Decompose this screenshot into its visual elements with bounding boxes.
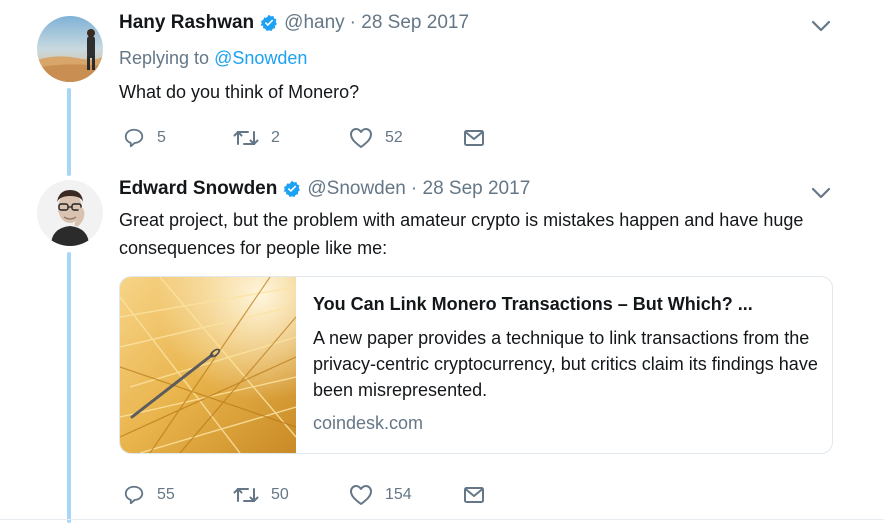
retweet-button[interactable]: 2 — [233, 127, 349, 149]
card-body: You Can Link Monero Transactions – But W… — [313, 289, 818, 434]
heart-icon — [350, 128, 372, 148]
display-name[interactable]: Edward Snowden — [119, 178, 277, 200]
link-preview-card[interactable]: You Can Link Monero Transactions – But W… — [119, 276, 833, 454]
verified-badge-icon — [260, 14, 278, 32]
replying-to: Replying to @Snowden — [119, 48, 307, 69]
like-count: 52 — [385, 129, 403, 146]
tweet-actions: 5 2 52 — [123, 127, 485, 149]
tweet-header: Hany Rashwan @hany · 28 Sep 2017 — [119, 12, 469, 34]
mention-link[interactable]: @Snowden — [214, 48, 307, 68]
chevron-down-icon[interactable] — [810, 19, 832, 33]
card-domain[interactable]: coindesk.com — [313, 413, 818, 434]
avatar[interactable] — [37, 180, 103, 246]
divider — [0, 519, 884, 520]
reply-count: 5 — [157, 129, 166, 146]
reply-button[interactable]: 5 — [123, 127, 233, 149]
thread-line-bottom — [67, 252, 71, 523]
reply-icon — [124, 128, 144, 148]
heart-icon — [350, 485, 372, 505]
avatar[interactable] — [37, 16, 103, 82]
direct-message-button[interactable] — [463, 128, 485, 148]
envelope-icon — [464, 130, 484, 146]
reply-button[interactable]: 55 — [123, 484, 233, 506]
tweet-header: Edward Snowden @Snowden · 28 Sep 2017 — [119, 178, 530, 200]
retweet-button[interactable]: 50 — [233, 484, 349, 506]
tweet-date[interactable]: · 28 Sep 2017 — [350, 12, 469, 34]
retweet-icon — [233, 131, 259, 145]
like-button[interactable]: 52 — [349, 127, 463, 149]
retweet-icon — [233, 488, 259, 502]
envelope-icon — [464, 487, 484, 503]
tweet-text: Great project, but the problem with amat… — [119, 210, 804, 258]
retweet-count: 2 — [271, 129, 280, 146]
chevron-down-icon[interactable] — [810, 186, 832, 200]
retweet-count: 50 — [271, 486, 289, 503]
tweet-text: What do you think of Monero? — [119, 82, 360, 102]
verified-badge-icon — [283, 180, 301, 198]
user-handle[interactable]: @hany — [284, 12, 345, 34]
like-button[interactable]: 154 — [349, 484, 463, 506]
tweet-date[interactable]: · 28 Sep 2017 — [411, 178, 530, 200]
replying-to-prefix: Replying to — [119, 48, 210, 68]
display-name[interactable]: Hany Rashwan — [119, 12, 254, 34]
tweet-actions: 55 50 154 — [123, 484, 485, 506]
card-description: A new paper provides a technique to link… — [313, 328, 818, 400]
direct-message-button[interactable] — [463, 485, 485, 505]
reply-icon — [124, 485, 144, 505]
like-count: 154 — [385, 486, 412, 503]
card-title[interactable]: You Can Link Monero Transactions – But W… — [313, 289, 818, 319]
reply-count: 55 — [157, 486, 175, 503]
card-thumbnail — [120, 277, 296, 453]
thread-line-top — [67, 88, 71, 176]
user-handle[interactable]: @Snowden — [307, 178, 406, 200]
